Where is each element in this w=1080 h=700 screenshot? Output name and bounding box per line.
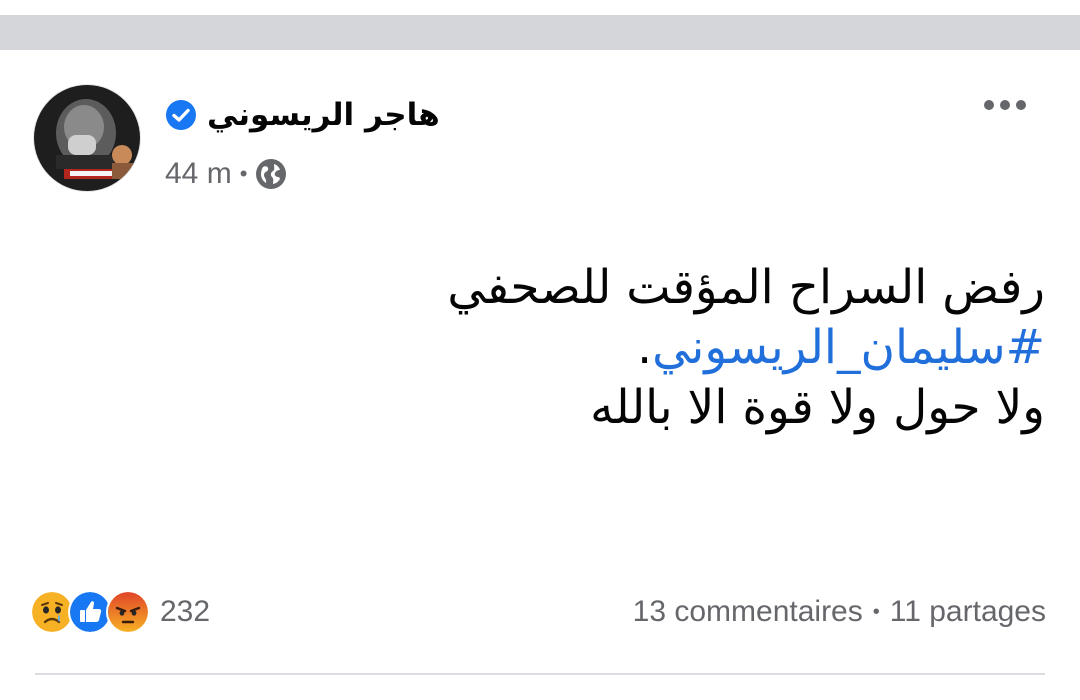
reaction-icons [30, 590, 150, 634]
comments-count-link[interactable]: 13 commentaires [633, 595, 863, 629]
avatar-image [34, 85, 140, 191]
meta-separator: • [239, 161, 248, 186]
post-text-line-3: ولا حول ولا قوة الا بالله [590, 380, 1045, 435]
hashtag-link[interactable]: #سليمان_الريسوني [652, 320, 1045, 375]
post-text-line-2: #سليمان_الريسوني. [145, 318, 1045, 378]
reactions-summary[interactable]: 232 [30, 590, 210, 634]
shares-count-link[interactable]: 11 partages [890, 595, 1046, 629]
post-divider [35, 673, 1045, 675]
hashtag-suffix: . [637, 320, 653, 375]
feed-separator-band [0, 0, 1080, 50]
feed-separator-bar [0, 15, 1080, 50]
engagement-separator: • [872, 600, 880, 623]
post-text-line-1: رفض السراح المؤقت للصحفي [447, 260, 1045, 315]
globe-icon[interactable] [255, 158, 287, 190]
reaction-count: 232 [160, 595, 211, 628]
more-options-icon [984, 100, 1026, 110]
post-timestamp[interactable]: 44 m [165, 157, 232, 191]
feed-page: هاجر الريسوني 44 m • رفض السراح المؤقت ل… [0, 0, 1080, 700]
author-row: هاجر الريسوني [165, 90, 440, 140]
angry-reaction-icon [106, 590, 150, 634]
post-meta: 44 m • [165, 154, 287, 194]
post-card: هاجر الريسوني 44 m • رفض السراح المؤقت ل… [0, 50, 1080, 700]
post-body: رفض السراح المؤقت للصحفي #سليمان_الريسون… [145, 258, 1045, 438]
author-name[interactable]: هاجر الريسوني [207, 90, 440, 140]
engagement-summary: 13 commentaires • 11 partages [633, 590, 1046, 634]
verified-badge-icon [165, 99, 197, 131]
author-avatar[interactable] [33, 84, 141, 192]
more-options-button[interactable] [975, 85, 1035, 125]
